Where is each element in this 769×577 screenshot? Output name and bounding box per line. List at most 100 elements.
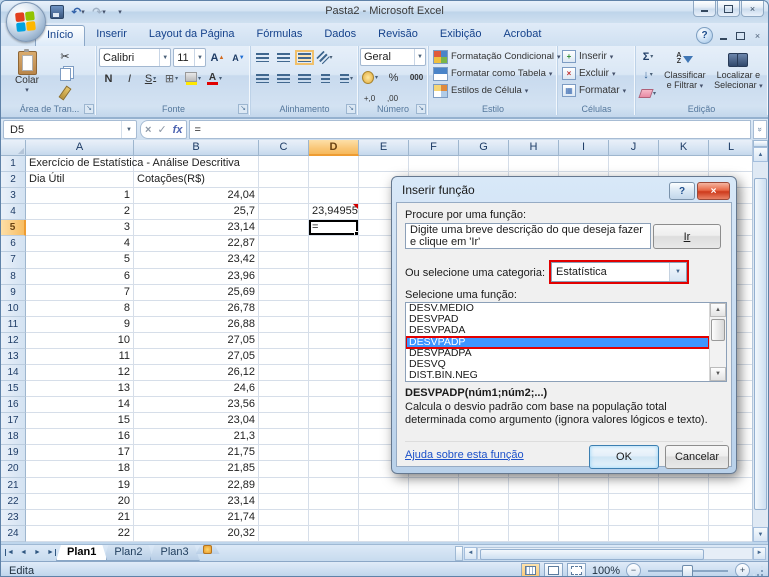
cell-D19[interactable] [309, 445, 359, 461]
cell-C3[interactable] [259, 188, 309, 204]
cell-G21[interactable] [459, 478, 509, 494]
tab-splitter[interactable] [455, 546, 463, 561]
category-dropdown-icon[interactable]: ▼ [669, 263, 686, 281]
cell-D7[interactable] [309, 252, 359, 268]
cell-L23[interactable] [709, 510, 754, 526]
cell-A24[interactable]: 22 [26, 526, 134, 542]
column-header-E[interactable]: E [359, 140, 409, 156]
cell-D17[interactable] [309, 413, 359, 429]
cell-A5[interactable]: 3 [26, 220, 134, 236]
row-header-12[interactable]: 12 [1, 333, 26, 349]
function-item-desvpadpa[interactable]: DESVPADPA [406, 348, 709, 359]
cell-K22[interactable] [659, 494, 709, 510]
previous-sheet-button[interactable]: ◄ [17, 546, 30, 559]
cell-A19[interactable]: 17 [26, 445, 134, 461]
cell-J22[interactable] [609, 494, 659, 510]
sort-filter-button[interactable]: AZ Classificar e Filtrar ▾ [661, 48, 709, 102]
column-header-B[interactable]: B [134, 140, 259, 156]
cell-C14[interactable] [259, 365, 309, 381]
tab-inserir[interactable]: Inserir [85, 25, 138, 46]
expand-formula-bar-button[interactable]: » [753, 120, 767, 139]
list-scroll-down-button[interactable]: ▼ [710, 367, 726, 381]
cell-C15[interactable] [259, 381, 309, 397]
cell-D2[interactable] [309, 172, 359, 188]
cell-C20[interactable] [259, 461, 309, 477]
cell-D3[interactable] [309, 188, 359, 204]
dialog-title-bar[interactable]: Inserir função ? × [396, 177, 732, 202]
cell-D8[interactable] [309, 269, 359, 285]
tab-layout-da-p-gina[interactable]: Layout da Página [138, 25, 246, 46]
decrease-indent-button[interactable] [316, 69, 335, 88]
percent-style-button[interactable]: % [384, 68, 403, 87]
paste-button[interactable]: Colar ▾ [5, 48, 49, 104]
align-center-button[interactable] [274, 69, 293, 88]
undo-button[interactable]: ↶▾ [69, 4, 87, 21]
dialog-help-button[interactable]: ? [669, 182, 695, 200]
row-header-3[interactable]: 3 [1, 188, 26, 204]
cell-F24[interactable] [409, 526, 459, 542]
cell-B9[interactable]: 25,69 [134, 285, 259, 301]
cell-B11[interactable]: 26,88 [134, 317, 259, 333]
cell-K1[interactable] [659, 156, 709, 172]
ok-button[interactable]: OK [589, 445, 659, 469]
column-header-K[interactable]: K [659, 140, 709, 156]
cell-B16[interactable]: 23,56 [134, 397, 259, 413]
row-header-22[interactable]: 22 [1, 494, 26, 510]
row-header-18[interactable]: 18 [1, 429, 26, 445]
cell-I21[interactable] [559, 478, 609, 494]
row-header-15[interactable]: 15 [1, 381, 26, 397]
cell-L24[interactable] [709, 526, 754, 542]
sheet-tab-plan3[interactable]: Plan3 [150, 545, 200, 561]
cell-A20[interactable]: 18 [26, 461, 134, 477]
cell-C13[interactable] [259, 349, 309, 365]
comma-style-button[interactable]: 000 [407, 68, 426, 87]
customize-qat-button[interactable]: ▾ [111, 4, 129, 21]
column-header-F[interactable]: F [409, 140, 459, 156]
cell-G24[interactable] [459, 526, 509, 542]
cell-C1[interactable] [259, 156, 309, 172]
help-button[interactable]: ? [696, 27, 713, 44]
cell-D18[interactable] [309, 429, 359, 445]
sheet-tab-plan2[interactable]: Plan2 [103, 545, 153, 561]
cell-I23[interactable] [559, 510, 609, 526]
next-sheet-button[interactable]: ► [31, 546, 44, 559]
cell-H22[interactable] [509, 494, 559, 510]
list-scroll-up-button[interactable]: ▲ [710, 303, 726, 317]
go-button[interactable]: Ir [653, 224, 721, 249]
cell-D22[interactable] [309, 494, 359, 510]
zoom-slider[interactable] [648, 570, 728, 572]
row-header-7[interactable]: 7 [1, 252, 26, 268]
list-scroll-thumb[interactable] [711, 319, 725, 341]
cell-C7[interactable] [259, 252, 309, 268]
cell-B6[interactable]: 22,87 [134, 236, 259, 252]
cell-A14[interactable]: 12 [26, 365, 134, 381]
cell-B24[interactable]: 20,32 [134, 526, 259, 542]
row-header-2[interactable]: 2 [1, 172, 26, 188]
cell-D24[interactable] [309, 526, 359, 542]
cell-A16[interactable]: 14 [26, 397, 134, 413]
row-header-17[interactable]: 17 [1, 413, 26, 429]
cut-button[interactable]: ✂ [53, 48, 77, 65]
orientation-button[interactable] [316, 48, 335, 67]
zoom-out-button[interactable]: − [626, 563, 641, 577]
row-header-20[interactable]: 20 [1, 461, 26, 477]
cell-J21[interactable] [609, 478, 659, 494]
cell-K21[interactable] [659, 478, 709, 494]
cell-E21[interactable] [359, 478, 409, 494]
row-header-14[interactable]: 14 [1, 365, 26, 381]
restore-button[interactable] [717, 1, 740, 17]
cell-D21[interactable] [309, 478, 359, 494]
cell-C24[interactable] [259, 526, 309, 542]
clear-button[interactable] [637, 85, 659, 102]
cell-B13[interactable]: 27,05 [134, 349, 259, 365]
cell-B4[interactable]: 25,7 [134, 204, 259, 220]
enter-entry-button[interactable]: ✓ [157, 123, 166, 136]
split-box[interactable] [753, 140, 768, 147]
cell-B10[interactable]: 26,78 [134, 301, 259, 317]
column-header-J[interactable]: J [609, 140, 659, 156]
cell-A18[interactable]: 16 [26, 429, 134, 445]
zoom-in-button[interactable]: + [735, 563, 750, 577]
cell-I24[interactable] [559, 526, 609, 542]
cell-B2[interactable]: Cotações(R$) [134, 172, 259, 188]
row-header-9[interactable]: 9 [1, 285, 26, 301]
